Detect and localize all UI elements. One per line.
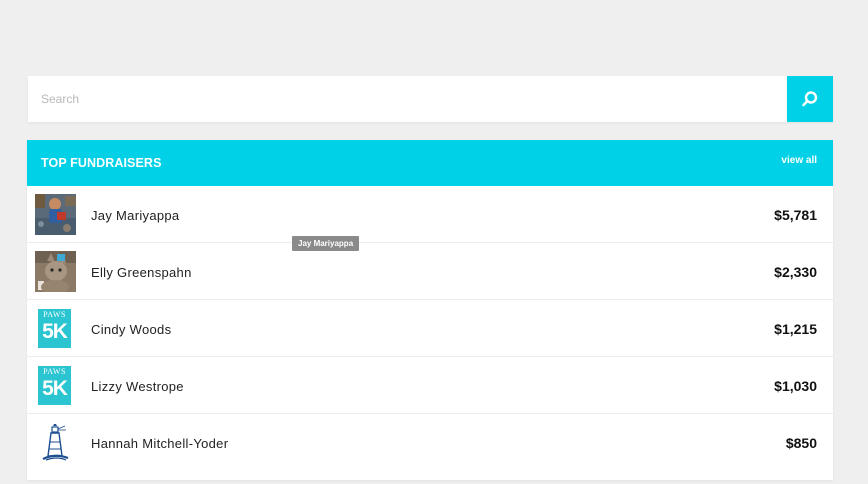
avatar: PAWS 5K xyxy=(35,365,76,406)
avatar xyxy=(35,422,76,463)
fundraiser-amount: $2,330 xyxy=(774,264,817,280)
paws-5k-logo: PAWS 5K xyxy=(35,308,76,349)
panel-title: TOP FUNDRAISERS xyxy=(41,156,162,170)
search-button[interactable] xyxy=(787,76,833,122)
paws-logo-word: PAWS xyxy=(43,310,66,319)
fundraiser-amount: $1,215 xyxy=(774,321,817,337)
paws-logo-5k: 5K xyxy=(42,320,68,343)
top-fundraisers-panel: TOP FUNDRAISERS view all Jay Mariyappa $… xyxy=(27,140,833,480)
fundraiser-name: Jay Mariyappa xyxy=(91,208,180,223)
fundraiser-name: Cindy Woods xyxy=(91,322,172,337)
search-icon xyxy=(802,91,818,107)
fundraiser-amount: $1,030 xyxy=(774,378,817,394)
fundraiser-row[interactable]: Elly Greenspahn $2,330 xyxy=(27,243,833,300)
fundraiser-amount: $850 xyxy=(785,435,817,451)
panel-header: TOP FUNDRAISERS view all xyxy=(27,140,833,186)
avatar: PAWS 5K xyxy=(35,308,76,349)
fundraiser-row[interactable]: PAWS 5K Cindy Woods $1,215 xyxy=(27,300,833,357)
view-all-link[interactable]: view all xyxy=(781,155,817,166)
fundraiser-name: Hannah Mitchell-Yoder xyxy=(91,436,229,451)
fundraiser-amount: $5,781 xyxy=(774,207,817,223)
search-bar xyxy=(28,76,833,122)
avatar xyxy=(35,251,76,292)
cat-photo-icon xyxy=(35,251,76,292)
paws-5k-logo: PAWS 5K xyxy=(35,365,76,406)
fundraiser-name: Lizzy Westrope xyxy=(91,379,184,394)
paws-logo-word: PAWS xyxy=(43,367,66,376)
fundraiser-row[interactable]: Jay Mariyappa $5,781 xyxy=(27,186,833,243)
fundraiser-row[interactable]: PAWS 5K Lizzy Westrope $1,030 xyxy=(27,357,833,414)
search-input[interactable] xyxy=(28,76,786,122)
avatar xyxy=(35,194,76,235)
person-photo-icon xyxy=(35,194,76,235)
fundraiser-name: Elly Greenspahn xyxy=(91,265,192,280)
lighthouse-logo-icon xyxy=(35,422,76,463)
paws-logo-5k: 5K xyxy=(42,377,68,400)
fundraiser-row[interactable]: Hannah Mitchell-Yoder $850 xyxy=(27,414,833,471)
name-tooltip: Jay Mariyappa xyxy=(292,236,360,251)
